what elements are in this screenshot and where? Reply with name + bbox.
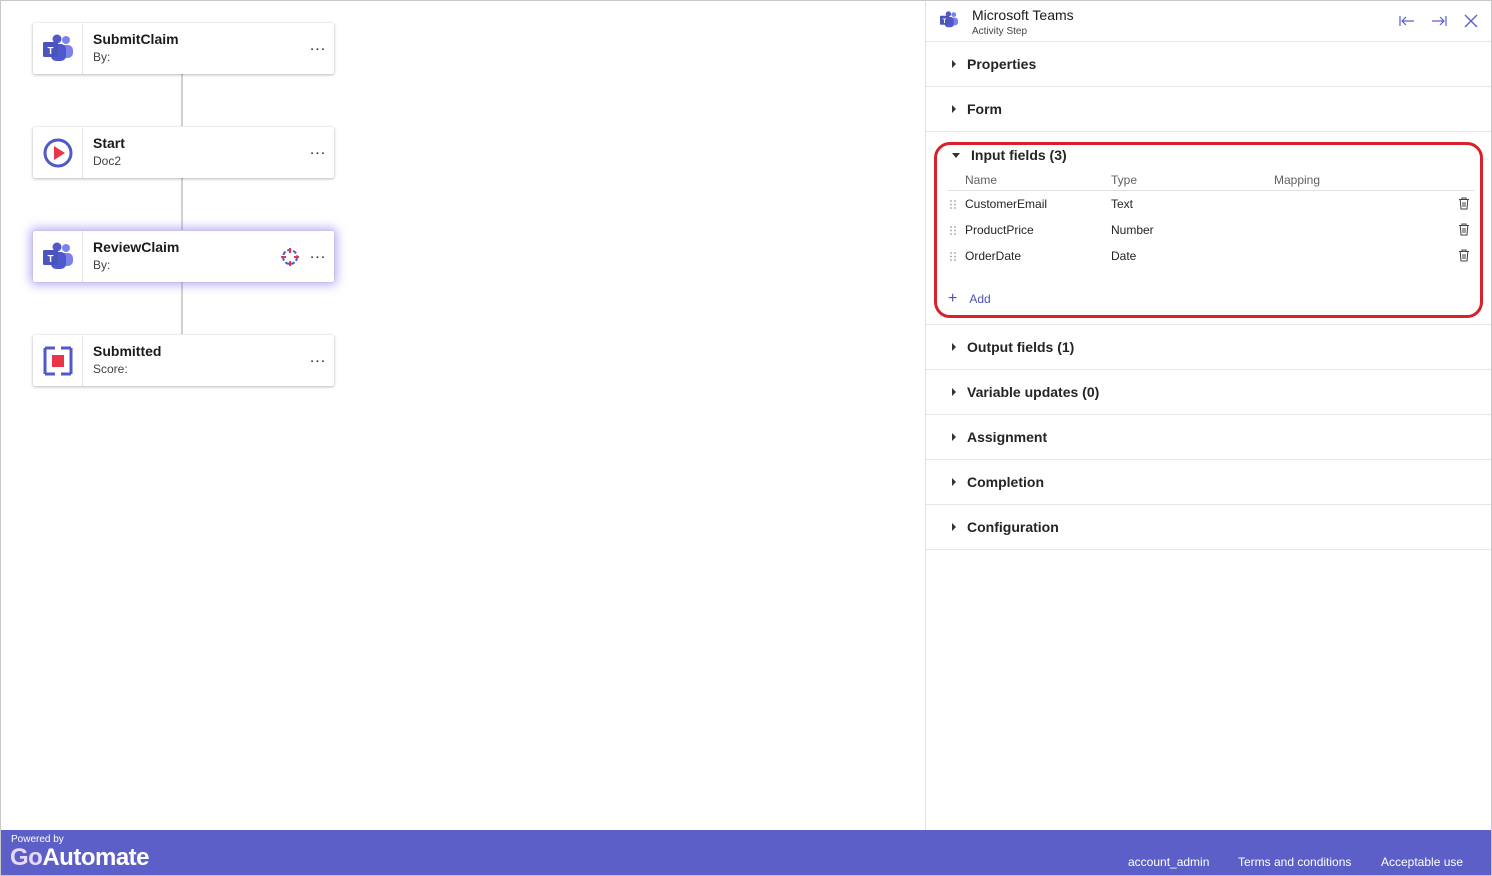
- caret-down-icon: [952, 153, 960, 158]
- table-header: Name Type Mapping: [948, 170, 1474, 191]
- caret-right-icon: [952, 105, 956, 113]
- section-input-fields: Input fields (3) Name Type Mapping Custo…: [926, 132, 1491, 325]
- section-assignment[interactable]: Assignment: [926, 415, 1491, 460]
- table-row[interactable]: OrderDate Date: [948, 243, 1474, 269]
- panel-title: Microsoft Teams: [972, 7, 1074, 23]
- input-fields-table: Name Type Mapping CustomerEmail Text Pro…: [948, 170, 1474, 269]
- section-completion[interactable]: Completion: [926, 460, 1491, 505]
- add-label: Add: [969, 292, 991, 306]
- table-row[interactable]: CustomerEmail Text: [948, 191, 1474, 217]
- section-label: Configuration: [967, 519, 1059, 535]
- section-label: Assignment: [967, 429, 1048, 445]
- svg-text:T: T: [943, 19, 947, 25]
- teams-icon: T: [939, 11, 959, 34]
- field-type: Text: [1111, 197, 1134, 211]
- node-subtitle: By:: [93, 50, 111, 64]
- section-form[interactable]: Form: [926, 87, 1491, 132]
- footer-bar: Powered by GoAutomate account_admin Term…: [1, 830, 1491, 875]
- section-configuration[interactable]: Configuration: [926, 505, 1491, 550]
- close-icon[interactable]: [1461, 11, 1481, 31]
- section-label: Properties: [967, 56, 1037, 72]
- field-type: Date: [1111, 249, 1137, 263]
- field-name: ProductPrice: [965, 223, 1034, 237]
- section-label: Completion: [967, 474, 1044, 490]
- flow-node-submitted[interactable]: Submitted Score: ...: [33, 335, 334, 386]
- connector-line: [181, 281, 183, 334]
- teams-icon: T: [33, 23, 83, 74]
- drag-handle-icon[interactable]: [950, 252, 956, 261]
- target-icon[interactable]: [278, 231, 302, 282]
- section-properties[interactable]: Properties: [926, 42, 1491, 87]
- table-row[interactable]: ProductPrice Number: [948, 217, 1474, 243]
- terms-link[interactable]: Terms and conditions: [1238, 855, 1351, 869]
- account-link[interactable]: account_admin: [1128, 855, 1209, 869]
- connector-line: [181, 177, 183, 230]
- delete-icon[interactable]: [1458, 223, 1470, 236]
- more-options-button[interactable]: ...: [302, 127, 334, 178]
- column-header-name: Name: [965, 173, 998, 187]
- more-options-button[interactable]: ...: [302, 231, 334, 282]
- activity-properties-panel: T Microsoft Teams Activity Step Properti…: [925, 1, 1491, 830]
- node-subtitle: By:: [93, 258, 111, 272]
- more-options-button[interactable]: ...: [302, 335, 334, 386]
- caret-right-icon: [952, 60, 956, 68]
- section-variable-updates[interactable]: Variable updates (0): [926, 370, 1491, 415]
- connector-line: [181, 73, 183, 126]
- node-subtitle: Score:: [93, 362, 128, 376]
- more-options-button[interactable]: ...: [302, 23, 334, 74]
- plus-icon: +: [948, 290, 958, 307]
- field-name: OrderDate: [965, 249, 1022, 263]
- field-type: Number: [1111, 223, 1154, 237]
- delete-icon[interactable]: [1458, 249, 1470, 262]
- field-name: CustomerEmail: [965, 197, 1048, 211]
- section-output-fields[interactable]: Output fields (1): [926, 325, 1491, 370]
- flow-canvas[interactable]: T SubmitClaim By: ... Start Doc2 ... T R…: [1, 1, 925, 830]
- teams-icon: T: [33, 231, 83, 282]
- node-subtitle: Doc2: [93, 154, 122, 168]
- delete-icon[interactable]: [1458, 197, 1470, 210]
- stop-square-icon: [33, 335, 83, 386]
- caret-right-icon: [952, 478, 956, 486]
- node-title: ReviewClaim: [93, 239, 180, 255]
- column-header-mapping: Mapping: [1274, 173, 1321, 187]
- caret-right-icon: [952, 388, 956, 396]
- panel-header: T Microsoft Teams Activity Step: [926, 1, 1491, 42]
- section-label: Variable updates (0): [967, 384, 1100, 400]
- flow-node-submitclaim[interactable]: T SubmitClaim By: ...: [33, 23, 334, 74]
- flow-node-start[interactable]: Start Doc2 ...: [33, 127, 334, 178]
- drag-handle-icon[interactable]: [950, 200, 956, 209]
- caret-right-icon: [952, 343, 956, 351]
- svg-text:T: T: [47, 46, 53, 57]
- flow-node-reviewclaim[interactable]: T ReviewClaim By: ...: [33, 231, 334, 282]
- node-title: SubmitClaim: [93, 31, 179, 47]
- expand-right-icon[interactable]: [1429, 11, 1449, 31]
- drag-handle-icon[interactable]: [950, 226, 956, 235]
- section-label: Output fields (1): [967, 339, 1075, 355]
- node-title: Submitted: [93, 343, 162, 359]
- acceptable-use-link[interactable]: Acceptable use: [1381, 855, 1463, 869]
- svg-text:T: T: [47, 254, 53, 265]
- section-label: Form: [967, 101, 1002, 117]
- caret-right-icon: [952, 433, 956, 441]
- caret-right-icon: [952, 523, 956, 531]
- node-title: Start: [93, 135, 125, 151]
- collapse-left-icon[interactable]: [1397, 11, 1417, 31]
- panel-subtitle: Activity Step: [972, 26, 1028, 37]
- start-play-icon: [33, 127, 83, 178]
- add-field-button[interactable]: + Add: [948, 290, 991, 307]
- column-header-type: Type: [1111, 173, 1138, 187]
- goautomate-logo: GoAutomate: [10, 844, 149, 871]
- section-label: Input fields (3): [971, 146, 1067, 163]
